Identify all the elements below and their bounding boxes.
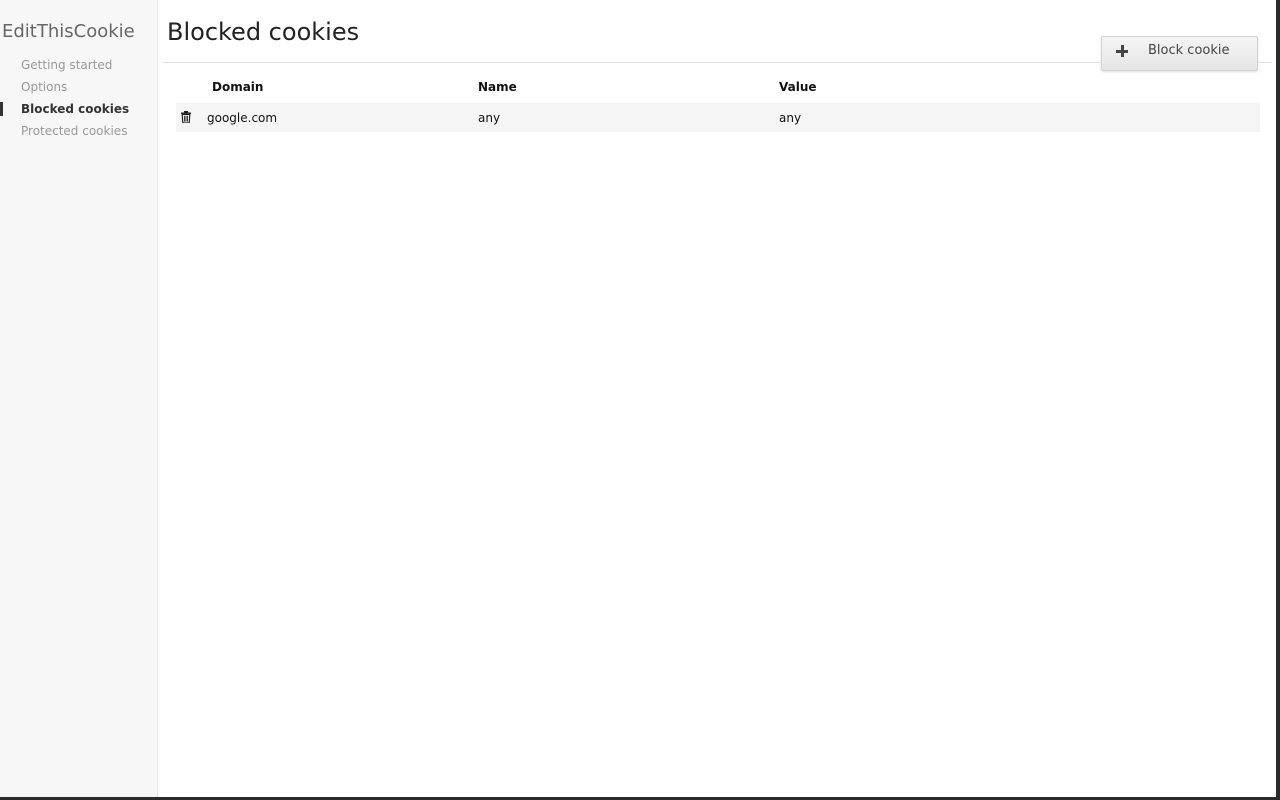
sidebar-item-getting-started[interactable]: Getting started bbox=[0, 54, 157, 76]
app-title: EditThisCookie bbox=[2, 21, 135, 42]
block-cookie-button-label: Block cookie bbox=[1148, 43, 1230, 58]
cell-name: any bbox=[478, 111, 501, 125]
column-header-name: Name bbox=[478, 80, 517, 94]
sidebar-item-protected-cookies[interactable]: Protected cookies bbox=[0, 120, 157, 142]
app-window: EditThisCookie Getting started Options B… bbox=[0, 0, 1276, 797]
plus-icon bbox=[1116, 45, 1130, 59]
sidebar: EditThisCookie Getting started Options B… bbox=[0, 0, 158, 797]
main-content: Blocked cookies Block cookie Domain Name… bbox=[158, 0, 1276, 797]
sidebar-item-blocked-cookies[interactable]: Blocked cookies bbox=[0, 98, 157, 120]
column-header-domain: Domain bbox=[212, 80, 264, 94]
page-title: Blocked cookies bbox=[167, 18, 360, 46]
sidebar-nav: Getting started Options Blocked cookies … bbox=[0, 54, 157, 142]
block-cookie-button[interactable]: Block cookie bbox=[1101, 36, 1258, 71]
cell-value: any bbox=[779, 111, 802, 125]
sidebar-item-options[interactable]: Options bbox=[0, 76, 157, 98]
cell-domain: google.com bbox=[207, 111, 278, 125]
trash-icon[interactable] bbox=[181, 111, 191, 123]
column-header-value: Value bbox=[779, 80, 817, 94]
table-row: google.com any any bbox=[176, 103, 1260, 132]
